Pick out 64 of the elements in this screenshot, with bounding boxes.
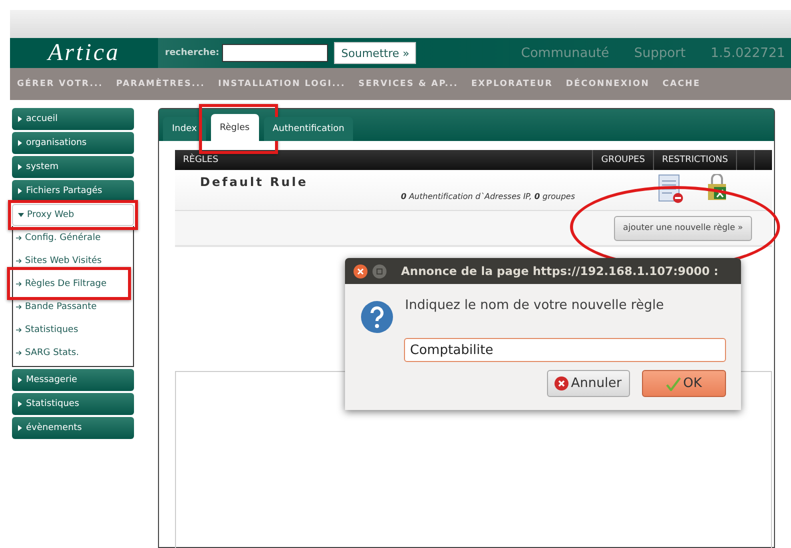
ok-button[interactable]: OK bbox=[642, 370, 726, 397]
rule-name[interactable]: Default Rule bbox=[200, 175, 308, 189]
sidebar-label: Proxy Web bbox=[27, 210, 74, 220]
sidebar-subitem[interactable]: Bande Passante bbox=[13, 295, 133, 318]
sidebar-label: évènements bbox=[26, 423, 82, 433]
add-rule-button[interactable]: ajouter une nouvelle règle » bbox=[614, 216, 752, 240]
sidebar-item[interactable]: Fichiers Partagés bbox=[12, 180, 134, 202]
sidebar-label: Messagerie bbox=[26, 375, 78, 385]
dialog-title: Annonce de la page https://192.168.1.107:9000 : bbox=[401, 264, 718, 278]
submit-button[interactable]: Soumettre » bbox=[334, 42, 416, 64]
subitem-label: Sites Web Visités bbox=[25, 256, 102, 266]
subitem-label: SARG Stats. bbox=[25, 348, 79, 358]
close-icon[interactable] bbox=[353, 264, 368, 278]
sidebar-subitem[interactable]: Règles De Filtrage bbox=[13, 272, 133, 295]
artica-logo[interactable]: Artica bbox=[10, 38, 158, 68]
tab[interactable]: Authentification bbox=[264, 117, 354, 141]
sidebar-item[interactable]: Proxy Web bbox=[12, 204, 134, 226]
caret-right-icon bbox=[17, 115, 23, 123]
tab[interactable]: Règles bbox=[210, 114, 259, 141]
arrow-right-icon bbox=[16, 258, 23, 264]
sidebar-item[interactable]: Messagerie bbox=[12, 369, 134, 391]
caret-right-icon bbox=[17, 376, 23, 384]
document-delete-icon[interactable] bbox=[657, 174, 685, 204]
caret-right-icon bbox=[17, 163, 23, 171]
subitem-label: Config. Générale bbox=[25, 232, 101, 242]
cancel-button[interactable]: Annuler bbox=[547, 370, 630, 397]
subitem-label: Règles De Filtrage bbox=[25, 278, 107, 288]
sidebar-item[interactable]: évènements bbox=[12, 417, 134, 439]
rule-summary: 0 Authentification d`Adresses IP, 0 groupes bbox=[400, 192, 575, 201]
sidebar-subitem[interactable]: Sites Web Visités bbox=[13, 249, 133, 272]
sidebar-item[interactable]: organisations bbox=[12, 132, 134, 154]
sidebar-label: Statistiques bbox=[26, 399, 80, 409]
question-icon bbox=[360, 300, 394, 334]
sidebar-item[interactable]: system bbox=[12, 156, 134, 178]
column-header: RÈGLES bbox=[182, 152, 220, 167]
caret-right-icon bbox=[17, 400, 23, 408]
sidebar-subitem[interactable]: Statistiques bbox=[13, 318, 133, 341]
sidebar-subitem[interactable]: Config. Générale bbox=[13, 226, 133, 249]
sidebar-item[interactable]: accueil bbox=[12, 108, 134, 130]
lock-spreadsheet-icon[interactable] bbox=[705, 174, 729, 202]
search-label: recherche: bbox=[165, 48, 220, 58]
sidebar-label: accueil bbox=[26, 114, 58, 124]
sidebar-item[interactable]: Statistiques bbox=[12, 393, 134, 415]
arrow-right-icon bbox=[16, 234, 23, 240]
subitem-label: Bande Passante bbox=[25, 302, 97, 312]
rule-name-field[interactable]: Comptabilite bbox=[404, 338, 726, 362]
sidebar-label: system bbox=[26, 162, 59, 172]
sidebar-subitem[interactable]: SARG Stats. bbox=[13, 341, 133, 364]
subitem-label: Statistiques bbox=[25, 324, 78, 334]
caret-right-icon bbox=[17, 139, 23, 147]
dialog-message: Indiquez le nom de votre nouvelle règle bbox=[405, 298, 664, 313]
arrow-right-icon bbox=[16, 280, 23, 286]
checkmark-icon bbox=[666, 376, 682, 390]
arrow-right-icon bbox=[16, 350, 23, 356]
caret-down-icon bbox=[18, 211, 24, 219]
sidebar-label: organisations bbox=[26, 138, 87, 148]
arrow-right-icon bbox=[16, 304, 23, 310]
arrow-right-icon bbox=[16, 326, 23, 332]
sidebar-label: Fichiers Partagés bbox=[26, 186, 102, 196]
tab[interactable]: Index bbox=[163, 117, 206, 141]
caret-right-icon bbox=[17, 424, 23, 432]
search-field[interactable] bbox=[222, 44, 328, 62]
cancel-icon bbox=[554, 376, 569, 391]
caret-right-icon bbox=[17, 187, 23, 195]
